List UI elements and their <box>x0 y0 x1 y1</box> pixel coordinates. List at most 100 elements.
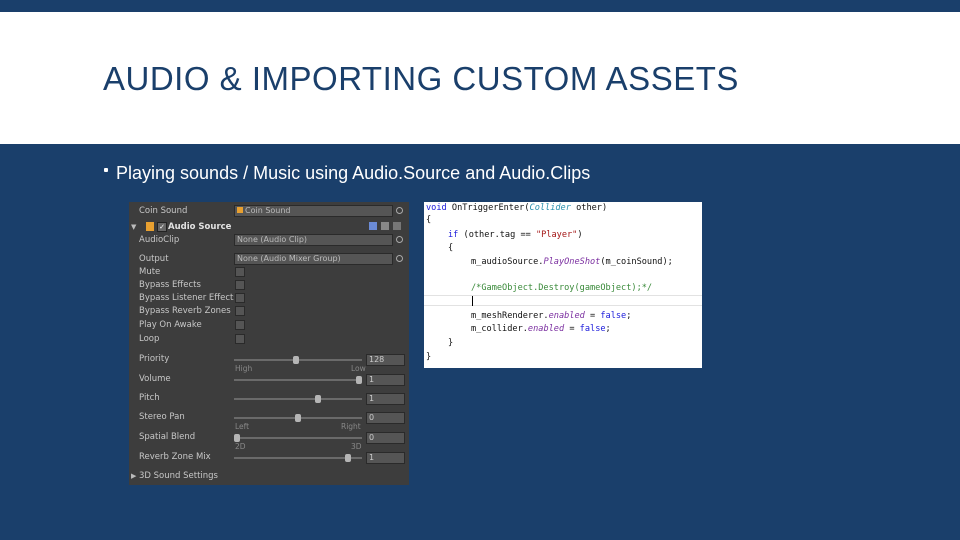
toggle-row: Mute <box>129 266 409 278</box>
pitch-slider-thumb[interactable] <box>315 395 321 403</box>
code-method: PlayOneShot <box>543 257 601 267</box>
pitch-value[interactable]: 1 <box>366 393 405 405</box>
bypass-effects-checkbox[interactable] <box>235 280 245 290</box>
volume-slider-thumb[interactable] <box>356 376 362 384</box>
toggle-label: Bypass Reverb Zones <box>139 306 231 316</box>
code-property: enabled <box>527 324 565 334</box>
preset-icon[interactable] <box>381 222 389 230</box>
bullet-item: Playing sounds / Music using Audio.Sourc… <box>104 163 590 184</box>
priority-value[interactable]: 128 <box>366 354 405 366</box>
code-text: ) <box>577 230 583 240</box>
volume-slider[interactable] <box>234 379 362 381</box>
spatial-blend-min-label: 2D <box>235 442 246 451</box>
code-text: other) <box>570 203 608 213</box>
code-method: OnTriggerEnter <box>451 203 525 213</box>
volume-value[interactable]: 1 <box>366 374 405 386</box>
priority-label: Priority <box>139 354 170 364</box>
toggle-label: Play On Awake <box>139 320 202 330</box>
audio-source-header[interactable]: ▼ ✓ Audio Source <box>129 221 409 233</box>
code-text: ; <box>626 311 632 321</box>
toggle-row: Bypass Reverb Zones <box>129 305 409 317</box>
toggle-row: Loop <box>129 333 409 345</box>
reverb-zone-mix-slider[interactable] <box>234 457 362 459</box>
gear-icon[interactable] <box>393 222 401 230</box>
code-keyword: if <box>448 230 459 240</box>
foldout-closed-icon[interactable]: ▶ <box>131 472 136 480</box>
reverb-zone-mix-slider-thumb[interactable] <box>345 454 351 462</box>
toggle-label: Loop <box>139 334 160 344</box>
toggle-row: Bypass Listener Effects <box>129 292 409 304</box>
code-line: m_meshRenderer.enabled = false; <box>471 311 631 322</box>
spatial-blend-slider[interactable] <box>234 437 362 439</box>
loop-checkbox[interactable] <box>235 334 245 344</box>
bypass-listener-effects-checkbox[interactable] <box>235 293 245 303</box>
stereo-pan-slider-thumb[interactable] <box>295 414 301 422</box>
code-keyword: false <box>600 311 627 321</box>
spatial-blend-slider-thumb[interactable] <box>234 434 240 442</box>
pitch-label: Pitch <box>139 393 160 403</box>
top-accent-bar <box>0 0 960 12</box>
toggle-row: Play On Awake <box>129 319 409 331</box>
play-on-awake-checkbox[interactable] <box>235 320 245 330</box>
reverb-zone-mix-value[interactable]: 1 <box>366 452 405 464</box>
spatial-blend-label: Spatial Blend <box>139 432 196 442</box>
code-line: m_audioSource.PlayOneShot(m_coinSound); <box>471 257 673 268</box>
component-name: Audio Source <box>168 222 232 232</box>
component-enabled-checkbox[interactable]: ✓ <box>157 222 167 232</box>
code-text: ; <box>605 324 611 334</box>
object-picker-icon[interactable] <box>396 207 403 214</box>
code-text: = <box>564 324 580 334</box>
text-caret <box>472 296 473 306</box>
output-label: Output <box>139 254 169 264</box>
audio-clip-icon <box>237 207 243 213</box>
code-comment: /*GameObject.Destroy(gameObject);*/ <box>471 283 653 293</box>
stereo-pan-min-label: Left <box>235 422 250 431</box>
code-text: m_audioSource. <box>471 257 544 267</box>
output-field[interactable]: None (Audio Mixer Group) <box>234 253 393 265</box>
priority-slider-thumb[interactable] <box>293 356 299 364</box>
code-keyword: void <box>426 203 447 213</box>
foldout-open-icon[interactable]: ▼ <box>131 223 136 231</box>
code-text: m_meshRenderer. <box>471 311 549 321</box>
coin-sound-value: Coin Sound <box>245 206 291 215</box>
audio-clip-field[interactable]: None (Audio Clip) <box>234 234 393 246</box>
volume-row: Volume 1 <box>129 373 409 386</box>
speaker-icon <box>146 222 154 231</box>
priority-min-label: High <box>235 364 253 373</box>
code-line: /*GameObject.Destroy(gameObject);*/ <box>471 283 652 294</box>
stereo-pan-row: Stereo Pan 0 Left Right <box>129 411 409 431</box>
toggle-label: Bypass Listener Effects <box>139 293 234 303</box>
stereo-pan-value[interactable]: 0 <box>366 412 405 424</box>
code-line: } <box>426 352 432 362</box>
spatial-blend-value[interactable]: 0 <box>366 432 405 444</box>
code-type: Collider <box>529 203 571 213</box>
3d-sound-settings-foldout[interactable]: ▶ 3D Sound Settings <box>129 470 409 482</box>
code-line: { <box>448 243 454 253</box>
code-line: { <box>426 215 432 225</box>
unity-inspector-panel: Coin Sound Coin Sound ▼ ✓ Audio Source A… <box>129 202 409 485</box>
current-line-highlight <box>424 295 702 306</box>
audio-clip-label: AudioClip <box>139 235 180 245</box>
code-line: m_collider.enabled = false; <box>471 324 611 335</box>
bypass-reverb-zones-checkbox[interactable] <box>235 306 245 316</box>
code-property: enabled <box>548 311 585 321</box>
stereo-pan-max-label: Right <box>341 422 361 431</box>
object-picker-icon[interactable] <box>396 255 403 262</box>
code-text: (m_coinSound); <box>600 257 673 267</box>
pitch-slider[interactable] <box>234 398 362 400</box>
code-line: if (other.tag == "Player") <box>448 230 583 241</box>
code-string: "Player" <box>535 230 578 240</box>
mute-checkbox[interactable] <box>235 267 245 277</box>
spatial-blend-max-label: 3D <box>351 442 362 451</box>
code-text: = <box>584 311 601 321</box>
bullet-text: Playing sounds / Music using Audio.Sourc… <box>116 163 591 183</box>
stereo-pan-label: Stereo Pan <box>139 412 185 422</box>
coin-sound-label: Coin Sound <box>139 206 188 216</box>
volume-label: Volume <box>139 374 171 384</box>
bullet-dot-icon <box>104 168 108 173</box>
coin-sound-row: Coin Sound Coin Sound <box>129 205 409 217</box>
coin-sound-field[interactable]: Coin Sound <box>234 205 393 217</box>
object-picker-icon[interactable] <box>396 236 403 243</box>
help-icon[interactable] <box>369 222 377 230</box>
slide-title: AUDIO & IMPORTING CUSTOM ASSETS <box>103 60 739 97</box>
